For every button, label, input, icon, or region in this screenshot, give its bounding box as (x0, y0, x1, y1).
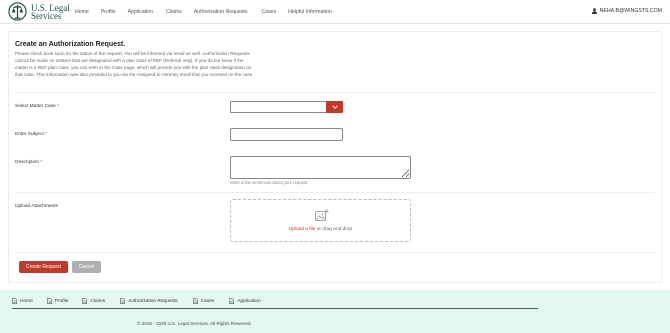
user-icon (591, 8, 597, 14)
document-icon (82, 298, 88, 304)
nav-profile[interactable]: Profile (101, 9, 116, 15)
page-title: Create an Authorization Request. (15, 41, 126, 48)
user-email: NEHA.B@WINGSTS.COM (599, 8, 662, 14)
scales-logo-icon (8, 2, 27, 21)
footer-link-label: Authorization Requests (128, 298, 178, 304)
required-marker: * (45, 132, 48, 137)
brand-logo[interactable]: U.S. Legal Services (8, 2, 70, 21)
matter-label: Select Matter Case * (15, 104, 59, 109)
brand-name: U.S. Legal Services (31, 3, 70, 21)
required-marker: * (57, 104, 60, 109)
nav-cases[interactable]: Cases (261, 9, 276, 15)
nav-helpful-information[interactable]: Helpful Information (288, 9, 332, 15)
document-icon (47, 298, 52, 304)
description-label-text: Description (15, 160, 39, 165)
description-label: Description * (15, 160, 42, 165)
footer-link-cases[interactable]: Cases (192, 298, 215, 304)
footer-divider (12, 308, 538, 309)
chevron-down-icon (331, 105, 338, 109)
footer-link-label: Profile (54, 298, 69, 304)
drag-drop-text: or drag and drop (315, 227, 353, 232)
upload-file-link[interactable]: Upload a file (289, 227, 316, 232)
nav-authorization-requests[interactable]: Authorization Requests (194, 9, 248, 15)
nav-home[interactable]: Home (75, 9, 89, 15)
section-divider (15, 192, 655, 193)
brand-line-2: Services (31, 10, 62, 21)
user-menu[interactable]: NEHA.B@WINGSTS.COM (591, 8, 662, 14)
footer-link-label: Claims (90, 298, 106, 304)
matter-label-text: Select Matter Case (15, 104, 56, 109)
image-upload-icon (315, 209, 329, 222)
document-icon (120, 298, 126, 304)
description-textarea[interactable] (230, 156, 411, 179)
subject-input[interactable] (230, 128, 343, 141)
matter-dropdown-button[interactable] (326, 101, 343, 113)
intro-text: Please check back soon for the status of… (15, 51, 254, 77)
footer-nav: Home Profile Claims Authorization Reques… (12, 298, 261, 304)
footer-link-home[interactable]: Home (12, 298, 33, 304)
footer-link-authorization-requests[interactable]: Authorization Requests (120, 298, 178, 304)
upload-instructions: Upload a file or drag and drop (231, 227, 410, 232)
document-icon (192, 298, 198, 304)
subject-label-text: Enter Subject (15, 132, 44, 137)
section-divider (15, 92, 655, 93)
create-request-button[interactable]: Create Request (19, 261, 68, 273)
description-hint: Write a few sentences about your request… (230, 180, 309, 185)
footer-link-label: Home (20, 298, 33, 304)
copyright-text: © 2016 - 2026 U.S. Legal Services. All R… (137, 321, 252, 326)
section-divider (15, 252, 655, 253)
attachments-label: Upload Attachments (15, 204, 58, 209)
footer-link-application[interactable]: Application (229, 298, 261, 304)
upload-dropzone[interactable]: Upload a file or drag and drop (230, 199, 411, 242)
footer-link-label: Cases (200, 298, 215, 304)
nav-claims[interactable]: Claims (166, 9, 182, 15)
footer-link-claims[interactable]: Claims (82, 298, 105, 304)
footer-link-profile[interactable]: Profile (47, 298, 69, 304)
document-icon (229, 298, 235, 304)
document-icon (12, 298, 17, 304)
page-footer: Home Profile Claims Authorization Reques… (0, 290, 670, 333)
subject-label: Enter Subject * (15, 132, 47, 137)
main-nav: Home Profile Application Claims Authoriz… (75, 9, 332, 15)
top-header: U.S. Legal Services Home Profile Applica… (0, 0, 670, 24)
footer-link-label: Application (237, 298, 261, 304)
cancel-button[interactable]: Cancel (72, 261, 101, 273)
nav-application[interactable]: Application (128, 9, 153, 15)
attachments-label-text: Upload Attachments (15, 204, 58, 209)
required-marker: * (40, 160, 43, 165)
